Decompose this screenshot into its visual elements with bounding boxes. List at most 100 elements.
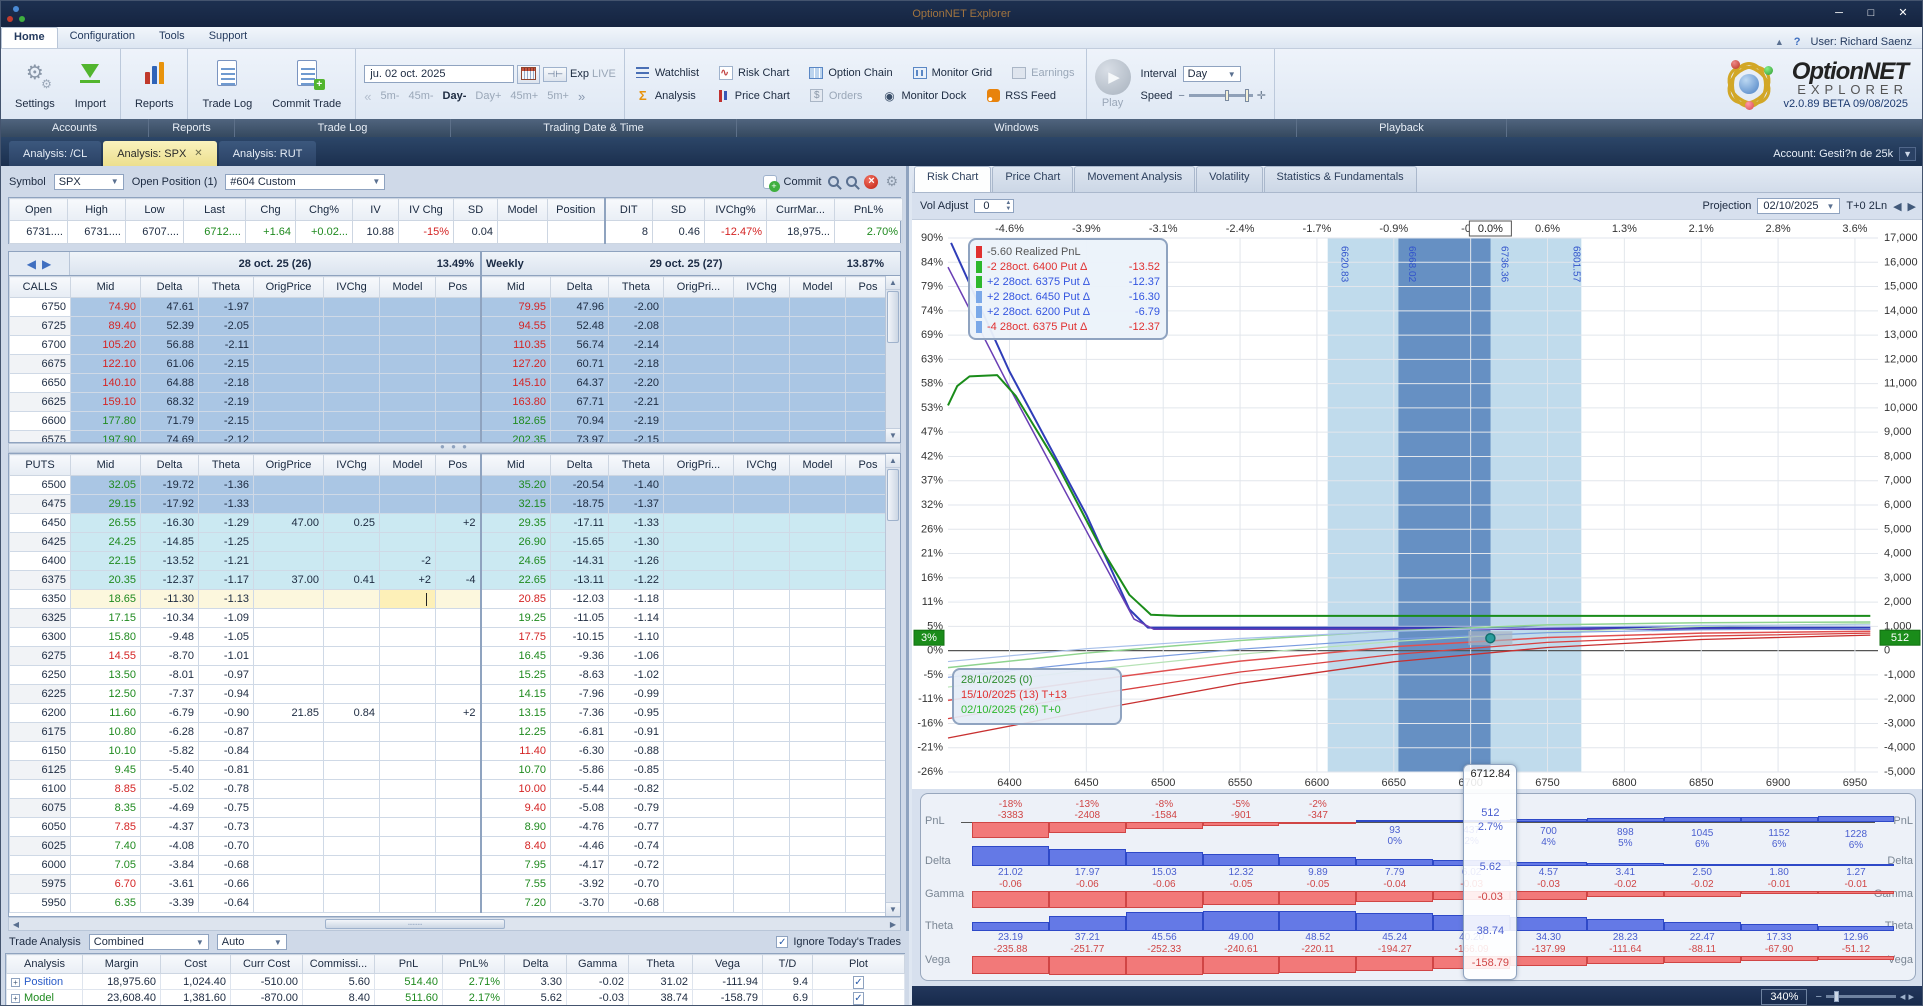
delta-cell[interactable]: -4.17 <box>550 855 609 875</box>
delta-cell[interactable]: 64.37 <box>550 373 609 393</box>
calendar-button[interactable] <box>517 64 541 84</box>
chart-zoom-slider[interactable]: − ◂ ▸ <box>1815 990 1914 1004</box>
mid-cell[interactable]: 32.15 <box>479 494 551 514</box>
ivchg-cell[interactable] <box>323 589 380 609</box>
pos-cell[interactable] <box>845 392 891 412</box>
play-button[interactable]: ▶ <box>1094 59 1131 95</box>
delta-cell[interactable]: -5.44 <box>550 779 609 799</box>
pos-cell[interactable] <box>845 513 891 533</box>
remove-position-icon[interactable]: × <box>864 174 879 189</box>
origprice-cell[interactable] <box>663 665 734 685</box>
delta-cell[interactable]: 52.48 <box>550 316 609 336</box>
pos-cell[interactable] <box>435 551 481 571</box>
origprice-cell[interactable] <box>253 297 324 317</box>
time-step-Day+[interactable]: Day+ <box>475 90 501 102</box>
model-cell[interactable]: +2 <box>379 570 436 590</box>
interval-select[interactable]: Day ▼ <box>1182 66 1241 82</box>
origprice-cell[interactable] <box>663 608 734 628</box>
ivchg-cell[interactable] <box>323 646 380 666</box>
theta-cell[interactable]: -0.79 <box>608 798 664 818</box>
origprice-cell[interactable] <box>663 411 734 431</box>
model-cell[interactable] <box>379 297 436 317</box>
pos-cell[interactable] <box>845 570 891 590</box>
theta-cell[interactable]: -1.25 <box>198 532 254 552</box>
origprice-cell[interactable] <box>663 646 734 666</box>
strike-cell[interactable]: 6575 <box>9 430 71 442</box>
right-tab-risk-chart[interactable]: Risk Chart <box>914 166 992 192</box>
strike-cell[interactable]: 6175 <box>9 722 71 742</box>
model-cell[interactable] <box>379 494 436 514</box>
origprice-cell[interactable] <box>663 836 734 856</box>
ivchg-cell[interactable] <box>733 627 790 647</box>
theta-cell[interactable]: -0.72 <box>608 855 664 875</box>
mid-cell[interactable]: 8.35 <box>70 798 141 818</box>
strike-cell[interactable]: 6000 <box>9 855 71 875</box>
ta-name-cell[interactable]: + Position <box>6 973 83 990</box>
origprice-cell[interactable] <box>253 392 324 412</box>
tab-close-icon[interactable]: ✕ <box>194 148 202 159</box>
col2-pos[interactable]: Pos <box>845 276 891 298</box>
pos-cell[interactable] <box>435 798 481 818</box>
theta-cell[interactable]: -1.26 <box>608 551 664 571</box>
theta-cell[interactable]: -0.90 <box>198 703 254 723</box>
model-cell[interactable] <box>789 760 846 780</box>
origprice-cell[interactable] <box>253 760 324 780</box>
ivchg-cell[interactable] <box>323 741 380 761</box>
magnifier-icon[interactable] <box>846 176 858 187</box>
delta-cell[interactable]: -14.31 <box>550 551 609 571</box>
model-cell[interactable] <box>789 703 846 723</box>
ivchg-cell[interactable] <box>323 411 380 431</box>
right-tab-volatility[interactable]: Volatility <box>1196 166 1263 192</box>
delta-cell[interactable]: 56.88 <box>140 335 199 355</box>
ivchg-cell[interactable] <box>323 494 380 514</box>
theta-cell[interactable]: -1.37 <box>608 494 664 514</box>
ivchg-cell[interactable] <box>733 316 790 336</box>
menu-configuration[interactable]: Configuration <box>58 27 147 48</box>
delta-cell[interactable]: -11.05 <box>550 608 609 628</box>
strike-cell[interactable]: 6650 <box>9 373 71 393</box>
model-cell[interactable] <box>379 532 436 552</box>
theta-cell[interactable]: -2.15 <box>198 354 254 374</box>
delta-cell[interactable]: -3.39 <box>140 893 199 913</box>
ivchg-cell[interactable] <box>733 570 790 590</box>
col-mid[interactable]: Mid <box>70 276 141 298</box>
origprice-cell[interactable] <box>253 354 324 374</box>
model-cell[interactable] <box>789 836 846 856</box>
pos-cell[interactable] <box>845 532 891 552</box>
col-pos[interactable]: Pos <box>435 454 481 476</box>
ivchg-cell[interactable] <box>323 608 380 628</box>
projection-next-icon[interactable]: ▶ <box>1908 200 1916 213</box>
mid-cell[interactable]: 13.50 <box>70 665 141 685</box>
theta-cell[interactable]: -0.87 <box>198 722 254 742</box>
mid-cell[interactable]: 8.90 <box>479 817 551 837</box>
mid-cell[interactable]: 26.90 <box>479 532 551 552</box>
pos-cell[interactable] <box>435 646 481 666</box>
expiration-toggle-button[interactable]: ⊣⊢ <box>543 66 567 82</box>
theta-cell[interactable]: -1.02 <box>608 665 664 685</box>
theta-cell[interactable]: -0.95 <box>608 703 664 723</box>
theta-cell[interactable]: -0.77 <box>608 817 664 837</box>
col2-ivchg[interactable]: IVChg <box>733 454 790 476</box>
delta-cell[interactable]: 70.94 <box>550 411 609 431</box>
delta-cell[interactable]: -5.86 <box>550 760 609 780</box>
strike-cell[interactable]: 6075 <box>9 798 71 818</box>
origprice-cell[interactable] <box>253 684 324 704</box>
ivchg-cell[interactable] <box>323 893 380 913</box>
delta-cell[interactable]: -4.08 <box>140 836 199 856</box>
ivchg-cell[interactable] <box>733 874 790 894</box>
delta-cell[interactable]: -4.46 <box>550 836 609 856</box>
origprice-cell[interactable]: 47.00 <box>253 513 324 533</box>
model-cell[interactable] <box>379 836 436 856</box>
delta-cell[interactable]: 74.69 <box>140 430 199 442</box>
theta-cell[interactable]: -2.19 <box>608 411 664 431</box>
model-cell[interactable]: -2 <box>379 551 436 571</box>
strike-cell[interactable]: 6200 <box>9 703 71 723</box>
theta-cell[interactable]: -1.33 <box>198 494 254 514</box>
origprice-cell[interactable] <box>253 373 324 393</box>
mid-cell[interactable]: 10.00 <box>479 779 551 799</box>
delta-cell[interactable]: -12.03 <box>550 589 609 609</box>
ivchg-cell[interactable] <box>323 817 380 837</box>
pos-cell[interactable]: +2 <box>435 703 481 723</box>
origprice-cell[interactable] <box>253 893 324 913</box>
pos-cell[interactable] <box>435 373 481 393</box>
